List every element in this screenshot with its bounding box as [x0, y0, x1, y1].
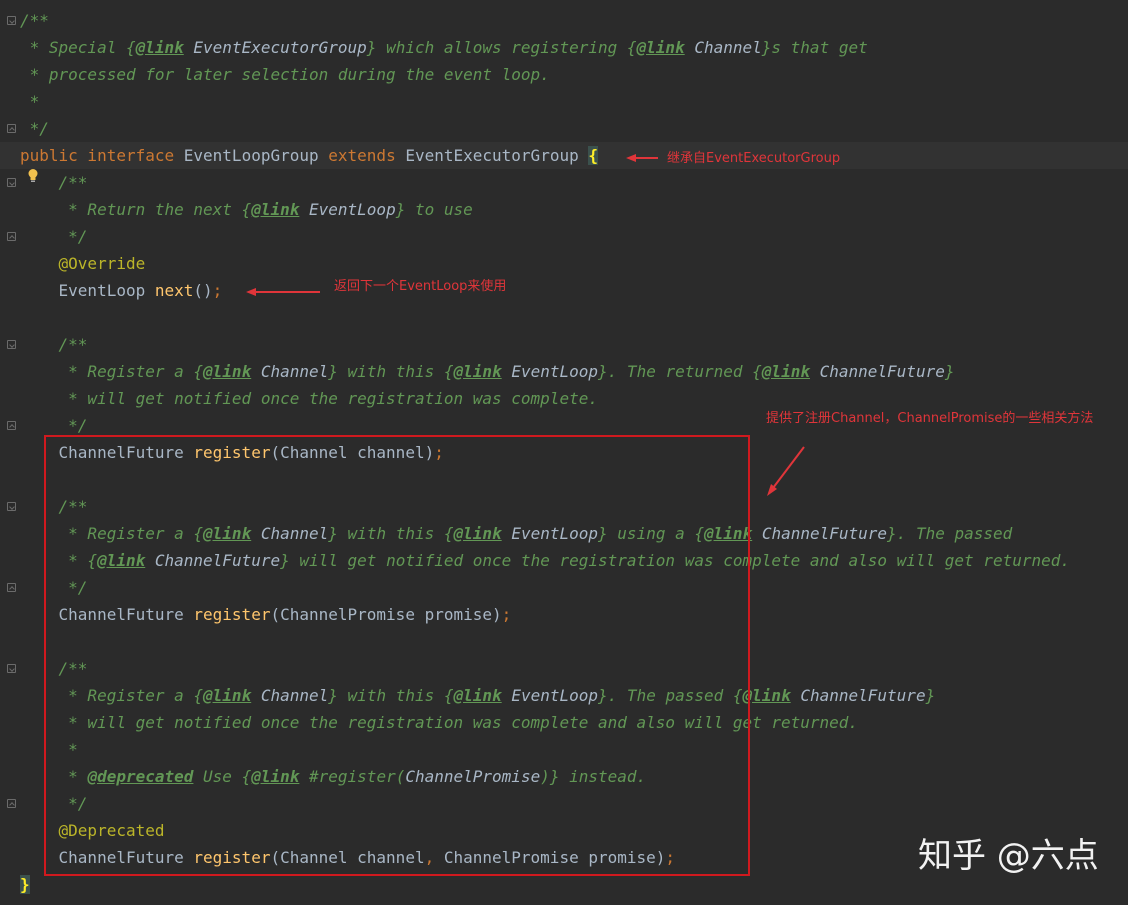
arrow-inherit	[626, 154, 658, 162]
annotation-arrows	[246, 154, 805, 496]
annotation-register: 提供了注册Channel，ChannelPromise的一些相关方法	[766, 411, 1094, 426]
arrow-register	[767, 446, 805, 496]
arrow-next	[246, 288, 320, 296]
annotation-next: 返回下一个EventLoop来使用	[334, 279, 507, 294]
watermark: 知乎 @六点	[918, 836, 1099, 876]
annotation-inherit: 继承自EventExecutorGroup	[667, 151, 841, 166]
